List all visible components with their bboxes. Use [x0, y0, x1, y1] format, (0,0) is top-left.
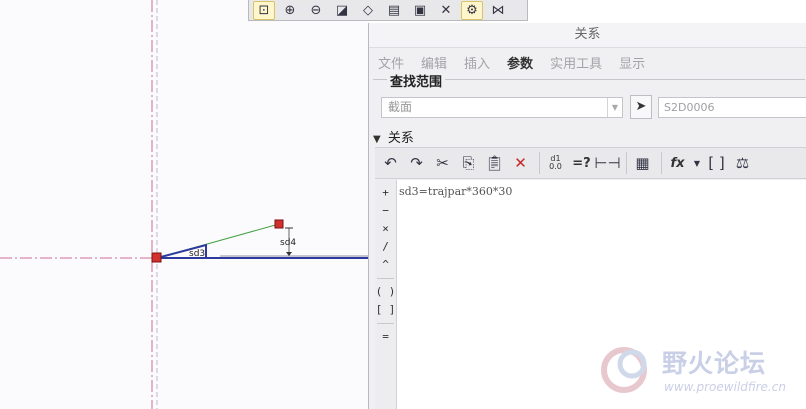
- unit-sensitive-icon[interactable]: ⚖: [731, 152, 754, 174]
- delete-icon[interactable]: ✕: [509, 152, 532, 174]
- toolbar-separator: [539, 152, 540, 174]
- switch-dimensions-button[interactable]: d1 0.0: [544, 152, 567, 174]
- operator-multiply-button[interactable]: ×: [375, 220, 396, 238]
- redo-icon[interactable]: ↷: [405, 152, 428, 174]
- relation-line[interactable]: sd3=trajpar*360*30: [399, 185, 512, 198]
- origin-point: [151, 252, 162, 263]
- constraint-display-icon[interactable]: ⋈: [487, 1, 509, 20]
- menu-show[interactable]: 显示: [619, 53, 645, 72]
- operator-minus-button[interactable]: −: [375, 202, 396, 220]
- relations-section-label: 关系: [387, 131, 414, 146]
- menu-parameters[interactable]: 参数: [507, 53, 533, 72]
- pick-button[interactable]: ➤: [630, 95, 652, 119]
- zoom-out-icon[interactable]: ⊖: [305, 1, 327, 20]
- display-style-icon[interactable]: ▣: [409, 1, 431, 20]
- operator-plus-button[interactable]: +: [375, 184, 396, 202]
- repaint-icon[interactable]: ◪: [331, 1, 353, 20]
- undo-icon[interactable]: ↶: [379, 152, 402, 174]
- toolbar-separator: [626, 152, 627, 174]
- lookup-group: 查找范围 截面 ▼ ➤ S2D0006: [373, 71, 806, 124]
- collapse-triangle-icon: ▼: [373, 134, 381, 145]
- dialog-title-bar[interactable]: 关系: [369, 23, 806, 48]
- cursor-arrow-icon: ➤: [635, 99, 647, 114]
- view-orient-icon[interactable]: ◇: [357, 1, 379, 20]
- operator-separator: [377, 278, 394, 279]
- dimension-symbol-bottom: 0.0: [549, 162, 562, 171]
- relations-section-header[interactable]: ▼ 关系: [373, 131, 805, 147]
- lookup-label: 查找范围: [387, 71, 446, 90]
- watermark-title: 野火论坛: [662, 349, 767, 378]
- chevron-down-icon: ▼: [607, 98, 622, 117]
- operator-brackets-button[interactable]: [ ]: [375, 301, 396, 319]
- sketch-drawing: sd3 sd4: [0, 0, 368, 409]
- cut-icon[interactable]: ✂: [431, 152, 454, 174]
- view-toolbar: ⊡ ⊕ ⊖ ◪ ◇ ▤ ▣ ✕ ⚙ ⋈: [248, 0, 528, 21]
- menu-file[interactable]: 文件: [378, 53, 404, 72]
- sketch-canvas[interactable]: sd3 sd4 ⊡ ⊕ ⊖ ◪ ◇ ▤ ▣ ✕ ⚙ ⋈: [0, 0, 528, 409]
- menu-insert[interactable]: 插入: [464, 53, 490, 72]
- operator-column: + − × / ^ ( ) [ ] =: [375, 180, 397, 409]
- insert-function-button[interactable]: fx: [666, 152, 689, 174]
- section-id-field[interactable]: S2D0006: [658, 97, 806, 118]
- section-id-value: S2D0006: [664, 101, 715, 114]
- operator-divide-button[interactable]: /: [375, 238, 396, 256]
- watermark-url: www.proewildfire.cn: [664, 380, 786, 394]
- operator-equals-button[interactable]: =: [375, 328, 396, 346]
- sort-relations-icon[interactable]: ⊢⊣: [594, 152, 620, 174]
- end-point: [274, 219, 284, 229]
- sketch-display-icon[interactable]: ⚙: [461, 0, 483, 20]
- zoom-in-icon[interactable]: ⊕: [279, 1, 301, 20]
- scope-select-value: 截面: [388, 100, 413, 114]
- dialog-title: 关系: [574, 27, 601, 42]
- menu-edit[interactable]: 编辑: [421, 53, 447, 72]
- relations-toolbar: ↶ ↷ ✂ ⎘ 📋︎ ✕ d1 0.0 =? ⊢⊣ ▦ fx ▼ [ ] ⚖: [375, 147, 806, 179]
- operator-power-button[interactable]: ^: [375, 256, 396, 274]
- scope-select[interactable]: 截面 ▼: [381, 97, 623, 118]
- dimension-sd4-label[interactable]: sd4: [280, 238, 296, 248]
- datum-display-icon[interactable]: ✕: [435, 1, 457, 20]
- verify-button[interactable]: =?: [570, 152, 593, 174]
- menu-utilities[interactable]: 实用工具: [550, 53, 602, 72]
- forum-watermark: 野火论坛 www.proewildfire.cn: [596, 340, 796, 404]
- function-dropdown-icon[interactable]: ▼: [692, 152, 702, 174]
- operator-parentheses-button[interactable]: ( ): [375, 283, 396, 301]
- saved-views-icon[interactable]: ▤: [383, 1, 405, 20]
- paste-icon[interactable]: 📋︎: [483, 152, 506, 174]
- zoom-fit-icon[interactable]: ⊡: [253, 0, 275, 20]
- sd4-arrow: [286, 252, 292, 256]
- operator-separator: [377, 323, 394, 324]
- copy-icon[interactable]: ⎘: [457, 152, 480, 174]
- evaluate-icon[interactable]: ▦: [631, 152, 654, 174]
- flame-logo-icon: [601, 347, 647, 393]
- dimension-sd3-label[interactable]: sd3: [189, 249, 205, 259]
- insert-parameter-icon[interactable]: [ ]: [705, 152, 728, 174]
- toolbar-separator: [661, 152, 662, 174]
